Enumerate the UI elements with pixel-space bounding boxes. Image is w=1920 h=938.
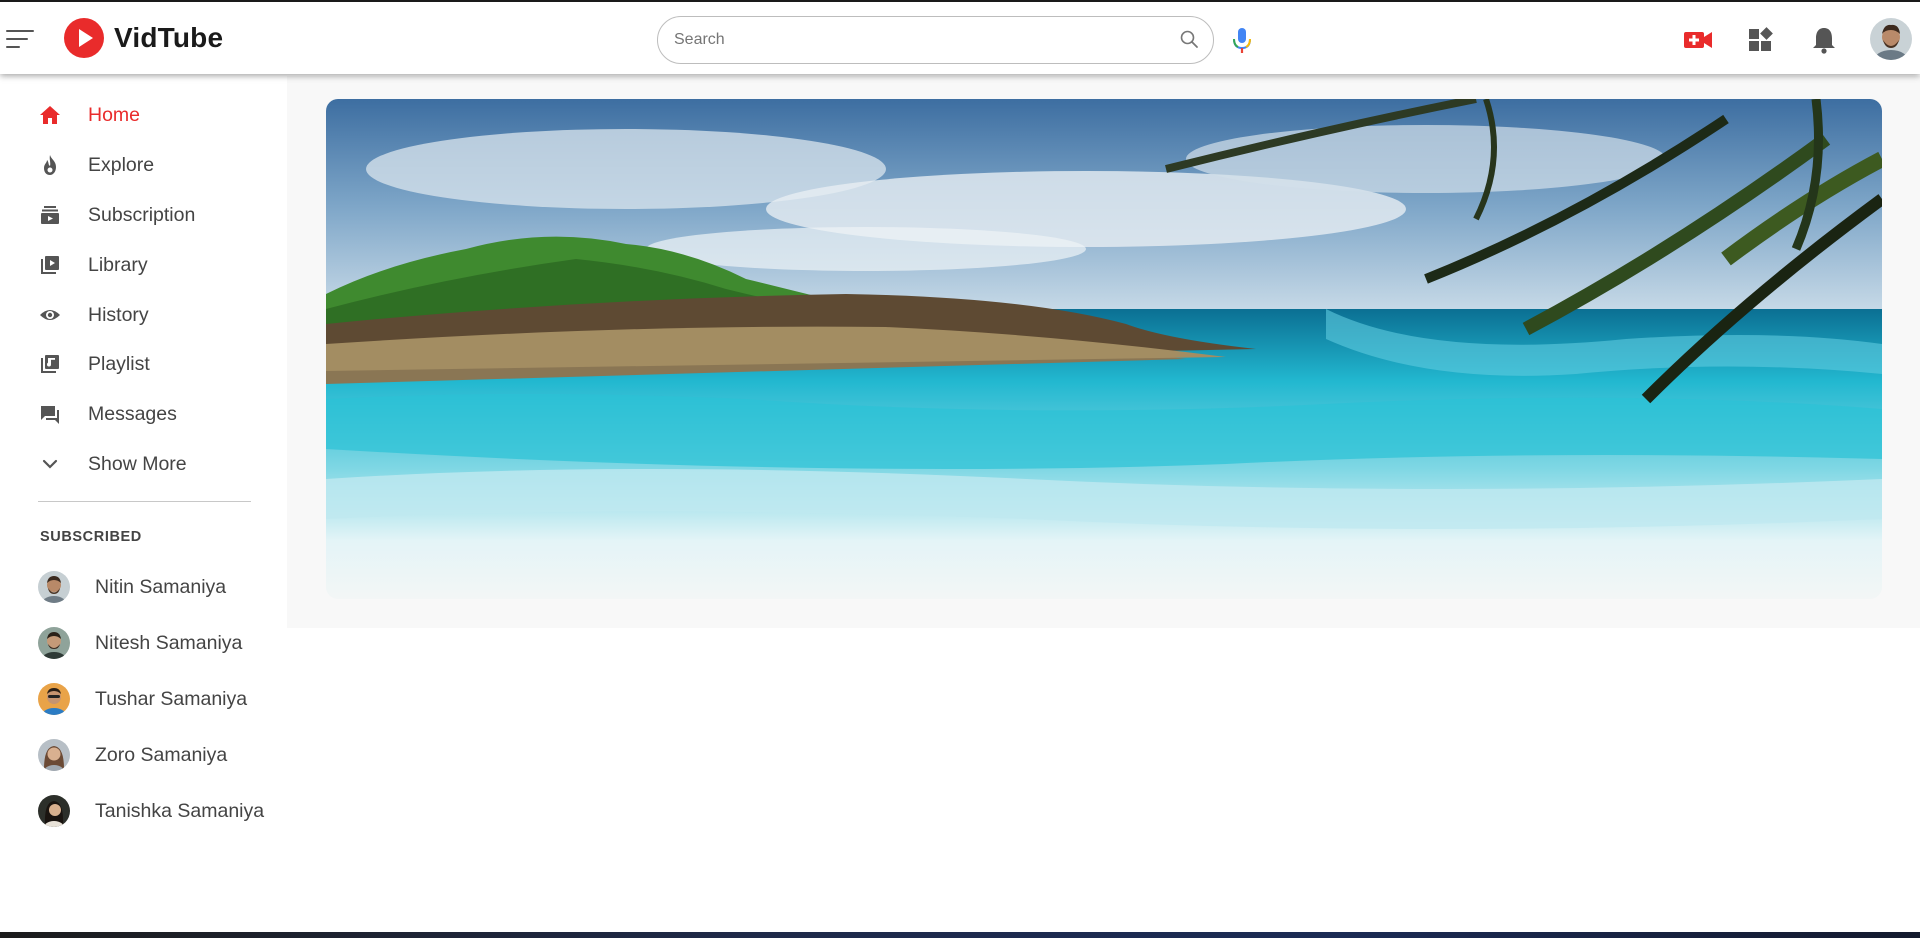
subscription-item[interactable]: Nitin Samaniya — [38, 570, 226, 604]
channel-name: Tushar Samaniya — [95, 687, 248, 710]
channel-name: Nitin Samaniya — [95, 575, 227, 598]
sidebar-item-label: Home — [88, 103, 141, 126]
sidebar-item-playlist[interactable]: Playlist — [38, 349, 150, 379]
subscriptions-icon — [38, 203, 62, 227]
playlist-icon — [38, 352, 62, 376]
sidebar-item-messages[interactable]: Messages — [38, 399, 177, 429]
create-video-icon[interactable] — [1683, 26, 1713, 54]
sidebar-item-explore[interactable]: Explore — [38, 150, 154, 180]
banner-image — [326, 99, 1882, 599]
play-logo-icon — [64, 18, 104, 58]
user-avatar[interactable] — [1870, 18, 1912, 60]
subscription-item[interactable]: Zoro Samaniya — [38, 738, 227, 772]
sidebar-item-label: Playlist — [88, 352, 150, 375]
subscribed-heading: SUBSCRIBED — [40, 529, 142, 545]
subscription-item[interactable]: Tanishka Samaniya — [38, 794, 264, 828]
channel-avatar — [38, 627, 70, 659]
home-icon — [38, 103, 62, 127]
app-logo[interactable]: VidTube — [64, 18, 223, 58]
taskbar-edge — [0, 932, 1920, 938]
sidebar-divider — [38, 501, 251, 502]
top-bar: VidTube — [0, 0, 1920, 74]
eye-icon — [38, 303, 62, 327]
library-icon — [38, 253, 62, 277]
sidebar-item-label: History — [88, 303, 149, 326]
search-icon[interactable] — [1179, 29, 1199, 49]
sidebar-item-label: Subscription — [88, 203, 196, 226]
channel-avatar — [38, 739, 70, 771]
search-box — [657, 16, 1214, 64]
sidebar: Home Explore Subscription Library Histor… — [0, 76, 287, 938]
sidebar-item-show-more[interactable]: Show More — [38, 449, 187, 479]
channel-avatar — [38, 683, 70, 715]
chevron-down-icon — [38, 452, 62, 476]
apps-icon[interactable] — [1746, 26, 1776, 54]
channel-avatar — [38, 795, 70, 827]
sidebar-item-subscription[interactable]: Subscription — [38, 200, 195, 230]
sidebar-item-label: Explore — [88, 153, 155, 176]
sidebar-item-history[interactable]: History — [38, 300, 149, 330]
sidebar-item-home[interactable]: Home — [38, 100, 140, 130]
flame-icon — [38, 153, 62, 177]
sidebar-item-library[interactable]: Library — [38, 250, 148, 280]
search-input[interactable] — [674, 17, 1154, 63]
microphone-icon[interactable] — [1230, 26, 1254, 56]
sidebar-item-label: Library — [88, 253, 148, 276]
notifications-icon[interactable] — [1809, 26, 1839, 54]
channel-name: Nitesh Samaniya — [95, 631, 243, 654]
channel-name: Tanishka Samaniya — [95, 799, 265, 822]
sidebar-item-label: Messages — [88, 402, 177, 425]
subscription-item[interactable]: Nitesh Samaniya — [38, 626, 242, 660]
channel-name: Zoro Samaniya — [95, 743, 228, 766]
app-name: VidTube — [114, 22, 224, 53]
chat-icon — [38, 402, 62, 426]
sidebar-item-label: Show More — [88, 452, 187, 475]
subscription-item[interactable]: Tushar Samaniya — [38, 682, 247, 716]
channel-avatar — [38, 571, 70, 603]
menu-icon[interactable] — [6, 28, 34, 50]
